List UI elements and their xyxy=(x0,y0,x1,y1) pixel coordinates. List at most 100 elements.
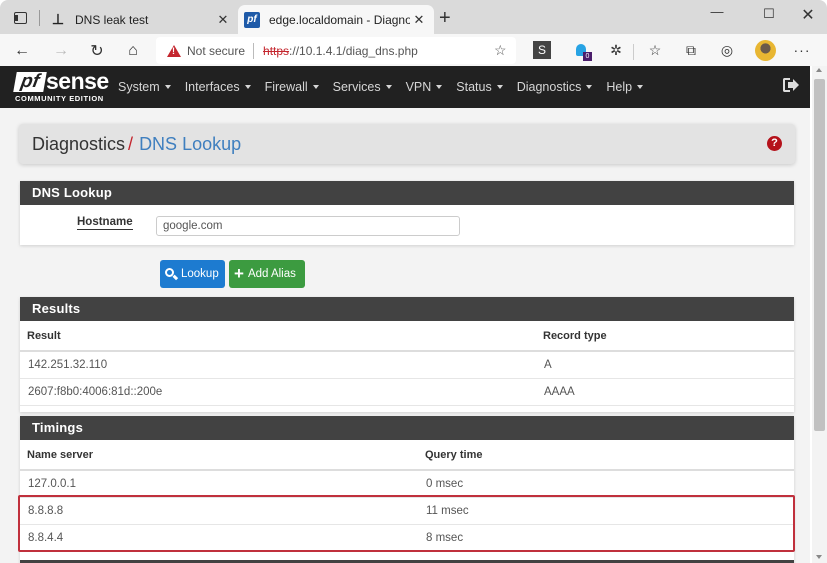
warning-icon xyxy=(167,44,181,57)
address-bar[interactable]: Not secure https ://10.1.4.1/diag_dns.ph… xyxy=(156,37,516,64)
help-icon[interactable]: ? xyxy=(767,136,782,151)
tab-title: DNS leak test xyxy=(75,12,149,27)
caret-down-icon xyxy=(586,85,593,89)
dns-leak-icon: ⊥ xyxy=(51,11,65,27)
browser-essentials-icon[interactable]: ◎ xyxy=(718,41,736,59)
menu-label: Firewall xyxy=(264,80,308,94)
result-value: 2607:f8b0:4006:81d::200e xyxy=(20,378,536,406)
caret-down-icon xyxy=(436,85,443,89)
results-panel: Results Result Record type 142.251.32.11… xyxy=(20,297,794,412)
breadcrumb-separator: / xyxy=(128,133,134,154)
query-time-value: 11 msec xyxy=(418,497,794,525)
menu-diagnostics[interactable]: Diagnostics xyxy=(517,80,593,94)
caret-down-icon xyxy=(312,85,319,89)
page-viewport: pf sense COMMUNITY EDITION System Interf… xyxy=(0,66,810,563)
forward-button[interactable]: → xyxy=(50,40,72,62)
tab-title: edge.localdomain - Diagnostics: xyxy=(269,12,410,27)
pfsense-navbar: pf sense COMMUNITY EDITION System Interf… xyxy=(0,66,810,108)
extension-s-icon[interactable]: S xyxy=(533,41,551,59)
name-server-value: 8.8.4.4 xyxy=(20,524,418,552)
name-server-value: 127.0.0.1 xyxy=(20,470,418,498)
hostname-row: Hostname xyxy=(20,205,794,245)
name-server-value: 8.8.8.8 xyxy=(20,497,418,525)
caret-down-icon xyxy=(385,85,392,89)
tab-edge-localdomain[interactable]: pf edge.localdomain - Diagnostics: ✕ xyxy=(238,5,434,34)
tab-actions-button[interactable] xyxy=(10,8,30,28)
table-row: 127.0.0.1 0 msec xyxy=(20,470,794,498)
reload-button[interactable]: ↻ xyxy=(86,40,108,62)
menu-help[interactable]: Help xyxy=(606,80,644,94)
menu-vpn[interactable]: VPN xyxy=(406,80,443,94)
browser-toolbar: ← → ↻ ⌂ Not secure https ://10.1.4.1/dia… xyxy=(0,34,827,66)
new-tab-button[interactable]: + xyxy=(439,8,451,28)
url-path: ://10.1.4.1/diag_dns.php xyxy=(289,43,418,58)
menu-firewall[interactable]: Firewall xyxy=(265,80,319,94)
table-row: 2607:f8b0:4006:81d::200e AAAA xyxy=(20,378,794,406)
query-time-value: 0 msec xyxy=(418,470,794,498)
close-window-button[interactable]: ✕ xyxy=(785,5,827,25)
search-icon xyxy=(165,268,179,280)
extensions-puzzle-icon[interactable]: ✲ xyxy=(607,41,625,59)
scroll-down-arrow-icon[interactable] xyxy=(816,555,822,559)
favorites-icon[interactable]: ☆ xyxy=(646,41,664,59)
caret-down-icon xyxy=(244,85,251,89)
menu-label: Services xyxy=(332,80,381,94)
menu-label: System xyxy=(118,80,160,94)
breadcrumb-current[interactable]: DNS Lookup xyxy=(139,134,241,155)
ghostery-extension-icon[interactable]: 0 xyxy=(572,41,592,61)
tab-close-icon[interactable]: ✕ xyxy=(410,12,428,28)
tab-actions-icon xyxy=(13,12,27,24)
scroll-thumb[interactable] xyxy=(814,79,825,431)
logout-icon[interactable] xyxy=(783,78,799,92)
lookup-button[interactable]: Lookup xyxy=(160,260,225,288)
logo-edition: COMMUNITY EDITION xyxy=(15,94,104,103)
browser-tab-bar: ⊥ DNS leak test ✕ pf edge.localdomain - … xyxy=(0,0,827,34)
more-menu-button[interactable]: ··· xyxy=(793,41,811,59)
pfsense-logo[interactable]: pf sense COMMUNITY EDITION xyxy=(13,68,109,104)
home-button[interactable]: ⌂ xyxy=(122,40,144,62)
result-value: 142.251.32.110 xyxy=(20,351,536,379)
column-header-name-server: Name server xyxy=(20,440,418,471)
caret-down-icon xyxy=(496,85,503,89)
table-header-row: Result Record type xyxy=(20,321,794,352)
collections-icon[interactable]: ⧉ xyxy=(682,41,700,59)
lookup-button-label: Lookup xyxy=(181,268,219,280)
logo-sense: sense xyxy=(46,68,109,94)
main-menu: System Interfaces Firewall Services VPN … xyxy=(118,66,657,108)
breadcrumb: Diagnostics / DNS Lookup ? xyxy=(19,124,795,164)
add-alias-button-label: Add Alias xyxy=(247,268,296,280)
extension-badge: 0 xyxy=(583,52,592,61)
table-row: 8.8.8.8 11 msec xyxy=(20,497,794,525)
menu-label: Status xyxy=(456,80,492,94)
plus-icon: + xyxy=(234,264,244,283)
tab-close-icon[interactable]: ✕ xyxy=(214,12,232,28)
scroll-up-arrow-icon[interactable] xyxy=(816,68,822,72)
panel-heading: Timings xyxy=(20,416,794,440)
query-time-value: 8 msec xyxy=(418,524,794,552)
tab-dns-leak-test[interactable]: ⊥ DNS leak test ✕ xyxy=(44,5,238,34)
record-type-value: AAAA xyxy=(536,378,794,406)
add-alias-button[interactable]: + Add Alias xyxy=(229,260,305,288)
menu-system[interactable]: System xyxy=(118,80,171,94)
tab-separator xyxy=(39,10,40,26)
menu-label: Help xyxy=(606,80,633,94)
column-header-record-type: Record type xyxy=(536,321,794,352)
results-table: Result Record type 142.251.32.110 A 2607… xyxy=(20,321,794,406)
hostname-label: Hostname xyxy=(77,216,133,230)
table-row: 142.251.32.110 A xyxy=(20,351,794,379)
hostname-input[interactable] xyxy=(156,216,460,236)
menu-status[interactable]: Status xyxy=(456,80,503,94)
panel-heading: DNS Lookup xyxy=(20,181,794,205)
page-scrollbar[interactable] xyxy=(812,66,827,563)
add-favorite-icon[interactable]: ☆ xyxy=(494,42,507,59)
profile-avatar[interactable] xyxy=(755,40,776,61)
menu-label: Diagnostics xyxy=(516,80,582,94)
security-status[interactable]: Not secure xyxy=(187,44,245,58)
menu-services[interactable]: Services xyxy=(333,80,392,94)
record-type-value: A xyxy=(536,351,794,379)
back-button[interactable]: ← xyxy=(11,40,33,62)
column-header-result: Result xyxy=(20,321,536,352)
minimize-button[interactable]: — xyxy=(694,4,740,19)
table-row: 8.8.4.4 8 msec xyxy=(20,524,794,552)
menu-interfaces[interactable]: Interfaces xyxy=(185,80,251,94)
